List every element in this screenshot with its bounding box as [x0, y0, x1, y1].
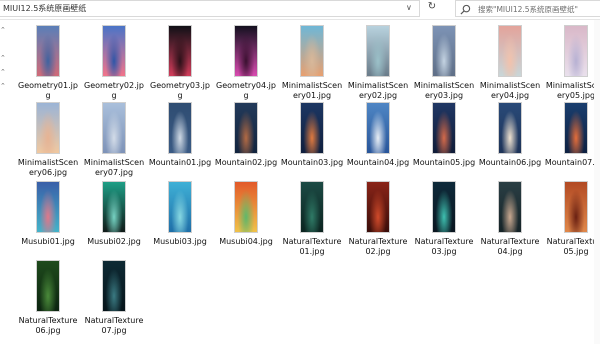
image-thumbnail[interactable] — [102, 181, 126, 233]
file-name[interactable]: Geometry03.jp g — [147, 81, 213, 101]
file-name[interactable]: Mountain03.jpg — [279, 158, 345, 168]
image-thumbnail[interactable] — [432, 181, 456, 233]
vertical-scrollbar[interactable] — [594, 20, 600, 344]
image-thumbnail[interactable] — [168, 102, 192, 154]
file-name[interactable]: NaturalTexture 02.jpg — [345, 237, 411, 257]
address-bar[interactable]: MIUI12.5系统原画壁纸 ∨ — [0, 0, 420, 17]
file-grid: Geometry01.jp g Geometry02.jp g Geometry03… — [7, 20, 600, 344]
file-name[interactable]: MinimalistScen ery01.jpg — [279, 81, 345, 101]
chevron-down-icon[interactable]: ∨ — [406, 3, 412, 12]
image-thumbnail[interactable] — [366, 25, 390, 77]
image-thumbnail[interactable] — [300, 181, 324, 233]
image-thumbnail[interactable] — [498, 25, 522, 77]
search-placeholder: 搜索"MIUI12.5系统原画壁纸" — [478, 5, 578, 14]
image-thumbnail[interactable] — [102, 102, 126, 154]
image-thumbnail[interactable] — [36, 260, 60, 312]
file-name[interactable]: NaturalTexture 03.jpg — [411, 237, 477, 257]
file-name[interactable]: Geometry04.jp g — [213, 81, 279, 101]
image-thumbnail[interactable] — [498, 102, 522, 154]
file-name[interactable]: NaturalTexture 06.jpg — [15, 316, 81, 336]
file-name[interactable]: MinimalistScen ery06.jpg — [15, 158, 81, 178]
file-name[interactable]: NaturalTexture 04.jpg — [477, 237, 543, 257]
file-name[interactable]: Mountain06.jpg — [477, 158, 543, 168]
image-thumbnail[interactable] — [234, 102, 258, 154]
file-name[interactable]: Geometry01.jp g — [15, 81, 81, 101]
image-thumbnail[interactable] — [300, 102, 324, 154]
file-name[interactable]: Musubi02.jpg — [81, 237, 147, 247]
image-thumbnail[interactable] — [102, 25, 126, 77]
image-thumbnail[interactable] — [168, 25, 192, 77]
image-thumbnail[interactable] — [366, 181, 390, 233]
file-name[interactable]: MinimalistScen ery05.jpg — [543, 81, 600, 101]
file-name[interactable]: Musubi01.jpg — [15, 237, 81, 247]
image-thumbnail[interactable] — [168, 181, 192, 233]
file-name[interactable]: Mountain05.jpg — [411, 158, 477, 168]
file-name[interactable]: Mountain01.jpg — [147, 158, 213, 168]
toolbar: MIUI12.5系统原画壁纸 ∨ ↻ 搜索"MIUI12.5系统原画壁纸" — [0, 0, 600, 20]
chevron-up-icon[interactable]: ⌃ — [0, 68, 6, 76]
file-name[interactable]: NaturalTexture 07.jpg — [81, 316, 147, 336]
address-path[interactable]: MIUI12.5系统原画壁纸 — [3, 3, 86, 14]
image-thumbnail[interactable] — [564, 181, 588, 233]
file-name[interactable]: Musubi04.jpg — [213, 237, 279, 247]
search-input[interactable]: 搜索"MIUI12.5系统原画壁纸" — [455, 0, 600, 17]
file-name[interactable]: MinimalistScen ery04.jpg — [477, 81, 543, 101]
image-thumbnail[interactable] — [432, 102, 456, 154]
image-thumbnail[interactable] — [36, 181, 60, 233]
image-thumbnail[interactable] — [102, 260, 126, 312]
image-thumbnail[interactable] — [300, 25, 324, 77]
chevron-up-icon[interactable]: ⌃ — [0, 54, 6, 62]
image-thumbnail[interactable] — [498, 181, 522, 233]
chevron-up-icon[interactable]: ⌃ — [0, 26, 6, 34]
file-name[interactable]: MinimalistScen ery03.jpg — [411, 81, 477, 101]
image-thumbnail[interactable] — [564, 102, 588, 154]
refresh-icon[interactable]: ↻ — [425, 1, 439, 12]
image-thumbnail[interactable] — [36, 25, 60, 77]
navigation-pane[interactable]: ⌃ ⌃ ⌃ ⌃ — [0, 20, 6, 344]
file-name[interactable]: MinimalistScen ery02.jpg — [345, 81, 411, 101]
chevron-up-icon[interactable]: ⌃ — [0, 82, 6, 90]
file-name[interactable]: MinimalistScen ery07.jpg — [81, 158, 147, 178]
file-name[interactable]: Musubi03.jpg — [147, 237, 213, 247]
file-name[interactable]: Mountain02.jpg — [213, 158, 279, 168]
image-thumbnail[interactable] — [36, 102, 60, 154]
search-icon — [460, 4, 471, 15]
image-thumbnail[interactable] — [366, 102, 390, 154]
image-thumbnail[interactable] — [564, 25, 588, 77]
image-thumbnail[interactable] — [234, 181, 258, 233]
file-name[interactable]: Mountain04.jpg — [345, 158, 411, 168]
image-thumbnail[interactable] — [234, 25, 258, 77]
file-name[interactable]: Mountain07.jpg — [543, 158, 600, 168]
image-thumbnail[interactable] — [432, 25, 456, 77]
file-name[interactable]: Geometry02.jp g — [81, 81, 147, 101]
file-name[interactable]: NaturalTexture 05.jpg — [543, 237, 600, 257]
file-name[interactable]: NaturalTexture 01.jpg — [279, 237, 345, 257]
